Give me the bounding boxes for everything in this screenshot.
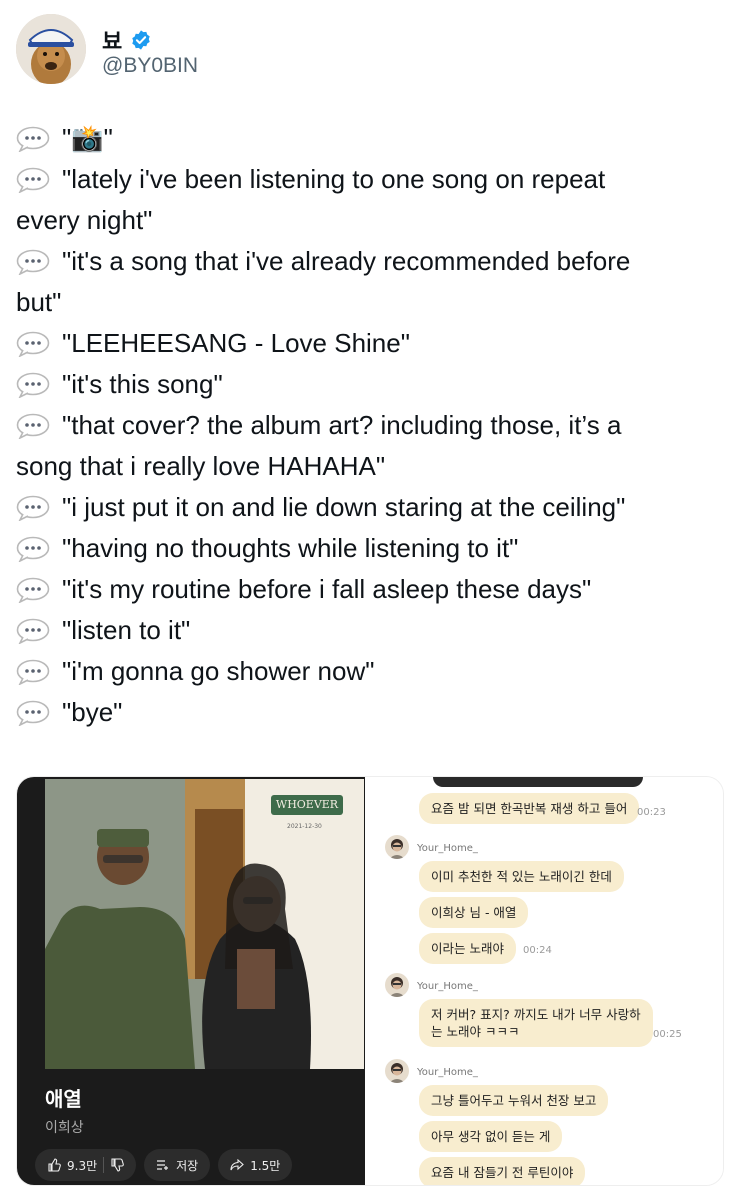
- share-icon: [230, 1159, 245, 1171]
- chat-message: 이미 추천한 적 있는 노래이긴 한데: [419, 861, 624, 892]
- tweet-line: "📸": [16, 118, 721, 159]
- tweet-line: "lately i've been listening to one song …: [16, 159, 721, 200]
- speech-balloon-icon: [16, 167, 50, 193]
- share-button[interactable]: 1.5만: [218, 1149, 293, 1181]
- tweet-line: "that cover? the album art? including th…: [16, 405, 721, 446]
- tweet-line: every night": [16, 205, 153, 235]
- tweet-line: "i'm gonna go shower now": [16, 651, 721, 692]
- speech-balloon-icon: [16, 536, 50, 562]
- thumbs-down-icon[interactable]: [110, 1158, 124, 1172]
- speech-balloon-icon: [16, 249, 50, 275]
- person-avatar-icon: [389, 977, 405, 997]
- tweet-line: "i just put it on and lie down staring a…: [16, 487, 721, 528]
- message-time: 00:23: [637, 807, 666, 818]
- chat-message: 이라는 노래야: [419, 933, 516, 964]
- tweet-line: "having no thoughts while listening to i…: [16, 528, 721, 569]
- song-title: 애열: [45, 1087, 82, 1111]
- sender-name: Your_Home_: [417, 1067, 478, 1078]
- save-label: 저장: [176, 1158, 199, 1173]
- chat-message: 요즘 밤 되면 한곡반복 재생 하고 들어: [419, 793, 640, 824]
- music-player-screenshot[interactable]: WHOEVER 2021-12-30 애열 이희상 9.3만 저장 1.5만: [17, 777, 365, 1185]
- share-count: 1.5만: [250, 1158, 281, 1173]
- tweet-line: song that i really love HAHAHA": [16, 451, 386, 481]
- speech-balloon-icon: [16, 413, 50, 439]
- verified-badge-icon: [132, 30, 150, 50]
- add-to-playlist-icon: [157, 1160, 169, 1170]
- tweet-media[interactable]: WHOEVER 2021-12-30 애열 이희상 9.3만 저장 1.5만 요: [16, 776, 724, 1186]
- chat-message: 요즘 내 잠들기 전 루틴이야: [419, 1157, 586, 1185]
- speech-balloon-icon: [16, 700, 50, 726]
- tweet-line: "it's a song that i've already recommend…: [16, 241, 721, 282]
- author-name[interactable]: 뵤: [102, 24, 122, 56]
- speech-balloon-icon: [16, 577, 50, 603]
- tweet-line: but": [16, 287, 62, 317]
- chat-screenshot[interactable]: 요즘 밤 되면 한곡반복 재생 하고 들어 00:23 Your_Home_ 이…: [367, 777, 723, 1185]
- album-art: WHOEVER 2021-12-30: [45, 779, 364, 1141]
- song-artist[interactable]: 이희상: [45, 1117, 84, 1137]
- sender-name: Your_Home_: [417, 843, 478, 854]
- like-count: 9.3만: [67, 1158, 98, 1173]
- tweet-line: "bye": [16, 692, 721, 733]
- album-photo-illustration: [45, 779, 364, 1141]
- message-time: 00:24: [523, 945, 552, 956]
- speech-balloon-icon: [16, 495, 50, 521]
- tweet-line: "LEEHEESANG - Love Shine": [16, 323, 721, 364]
- author-avatar[interactable]: [16, 14, 86, 84]
- speech-balloon-icon: [16, 618, 50, 644]
- thumbs-up-icon: [48, 1158, 61, 1172]
- dog-avatar-icon: [16, 14, 86, 84]
- speech-balloon-icon: [16, 372, 50, 398]
- save-button[interactable]: 저장: [144, 1149, 211, 1181]
- person-avatar-icon: [389, 839, 405, 859]
- chat-message: 그냥 틀어두고 누워서 천장 보고: [419, 1085, 609, 1116]
- speech-balloon-icon: [16, 659, 50, 685]
- sender-avatar[interactable]: [385, 835, 409, 859]
- speech-balloon-icon: [16, 331, 50, 357]
- message-time: 00:25: [653, 1029, 682, 1040]
- tweet-header: 뵤 @BY0BIN: [16, 10, 716, 90]
- tweet-line: "it's my routine before i fall asleep th…: [16, 569, 721, 610]
- chat-top-bar: [433, 777, 643, 787]
- sender-avatar[interactable]: [385, 1059, 409, 1083]
- like-button[interactable]: 9.3만: [35, 1149, 137, 1181]
- chat-message: 아무 생각 없이 듣는 게: [419, 1121, 563, 1152]
- player-actions: 9.3만 저장 1.5만: [35, 1149, 293, 1185]
- album-date: 2021-12-30: [287, 823, 322, 830]
- person-avatar-icon: [389, 1063, 405, 1083]
- album-logo: WHOEVER: [271, 795, 343, 815]
- author-handle[interactable]: @BY0BIN: [102, 54, 198, 78]
- speech-balloon-icon: [16, 126, 50, 152]
- chat-message: 저 커버? 표지? 까지도 내가 너무 사랑하 는 노래야 ㅋㅋㅋ: [419, 999, 653, 1047]
- chat-message: 이희상 님 - 애열: [419, 897, 529, 928]
- sender-name: Your_Home_: [417, 981, 478, 992]
- sender-avatar[interactable]: [385, 973, 409, 997]
- tweet-line: "it's this song": [16, 364, 721, 405]
- tweet-text: "📸" "lately i've been listening to one s…: [16, 118, 721, 733]
- tweet-line: "listen to it": [16, 610, 721, 651]
